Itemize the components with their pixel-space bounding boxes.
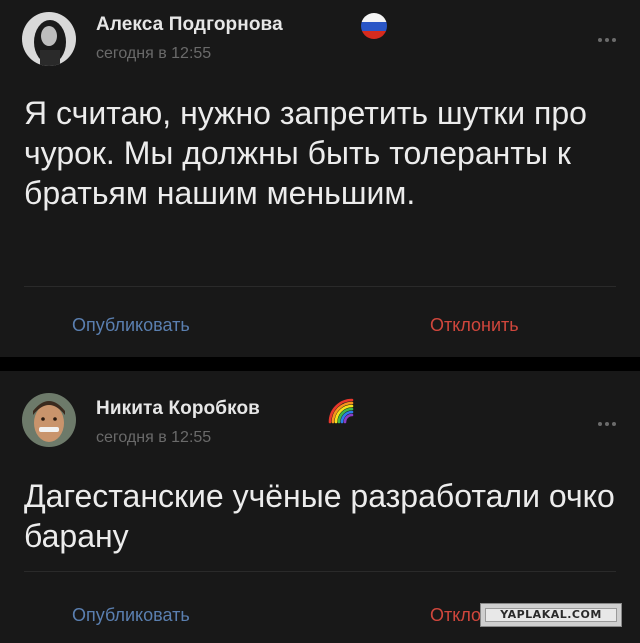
avatar[interactable] <box>22 393 76 447</box>
decline-button[interactable]: Отклонить <box>430 315 519 336</box>
publish-button[interactable]: Опубликовать <box>72 315 190 336</box>
watermark-logo: YAPLAKAL.COM <box>480 603 622 627</box>
post-card: Никита Коробков сегодня в 12:55 Дагестан… <box>0 371 640 643</box>
more-options-icon[interactable] <box>598 422 618 428</box>
divider <box>24 571 616 572</box>
author-name[interactable]: Никита Коробков <box>96 398 260 420</box>
post-text: Я считаю, нужно запретить шутки про чуро… <box>24 95 587 211</box>
rainbow-icon <box>328 398 354 424</box>
watermark-text: YAPLAKAL.COM <box>500 608 602 621</box>
publish-button[interactable]: Опубликовать <box>72 605 190 626</box>
author-name[interactable]: Алекса Подгорнова <box>96 14 283 36</box>
divider <box>24 286 616 287</box>
post-card: Алекса Подгорнова сегодня в 12:55 Я счит… <box>0 0 640 357</box>
more-options-icon[interactable] <box>598 38 618 44</box>
russian-flag-icon <box>361 13 387 39</box>
post-time: сегодня в 12:55 <box>96 429 212 446</box>
post-text: Дагестанские учёные разработали очко бар… <box>24 478 615 554</box>
post-time: сегодня в 12:55 <box>96 45 212 62</box>
avatar[interactable] <box>22 12 76 66</box>
